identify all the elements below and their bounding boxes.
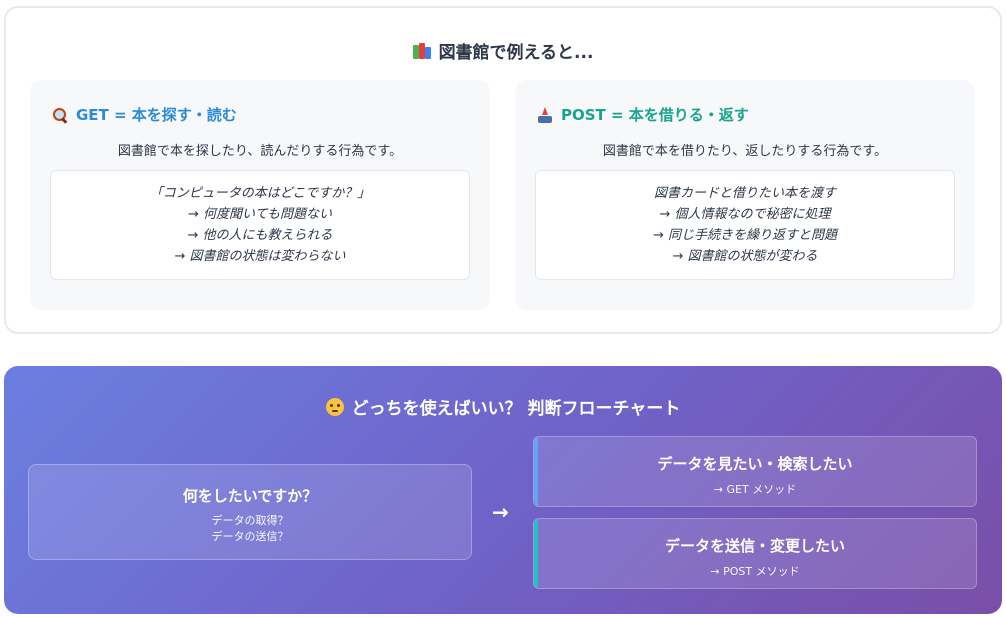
get-example-line: → 他の人にも教えられる [187,228,333,243]
outbox-tray-icon [537,106,553,123]
answer-method: → POST メソッド [710,565,800,578]
get-example-line: → 何度聞いても問題ない [188,207,332,222]
get-example-line: → 図書館の状態は変わらない [174,249,346,264]
answer-node-get: データを見たい・検索したい → GET メソッド [533,436,977,507]
get-heading-text: GET = 本を探す・読む [76,106,237,124]
analogy-title: 図書館で例えると... [6,38,1000,63]
post-description: 図書館で本を借りたり、返したりする行為です。 [602,144,888,159]
post-example-line: → 同じ手続きを繰り返すと問題 [652,228,838,243]
post-example-box: 図書カードと借りたい本を渡す → 個人情報なので秘密に処理 → 同じ手続きを繰り… [535,170,955,280]
thinking-face-icon [325,397,344,416]
answer-method: → GET メソッド [713,483,797,496]
get-example-box: 「コンピュータの本はどこですか？」 → 何度聞いても問題ない → 他の人にも教え… [50,170,470,280]
answer-title: データを見たい・検索したい [657,455,853,473]
post-card: POST = 本を借りる・返す 図書館で本を借りたり、返したりする行為です。 図… [515,80,975,310]
post-heading-text: POST = 本を借りる・返す [561,106,749,124]
question-option: データの取得？ [211,514,289,527]
decision-flowchart-panel: どっちを使えばいい？ 判断フローチャート 何をしたいですか？ データの取得？ デ… [4,366,1002,614]
post-example-line: 図書カードと借りたい本を渡す [653,186,836,201]
post-example-line: → 図書館の状態が変わる [672,249,818,264]
magnifier-icon [52,107,68,123]
question-node: 何をしたいですか？ データの取得？ データの送信？ [28,464,472,560]
flowchart-title-text: どっちを使えばいい？ 判断フローチャート [351,399,681,419]
analogy-title-text: 図書館で例えると... [438,43,594,63]
books-icon [412,42,431,59]
library-analogy-panel: 図書館で例えると... GET = 本を探す・読む 図書館で本を探したり、読んだ… [4,6,1002,334]
question-options: データの取得？ データの送信？ [29,513,471,545]
answer-title: データを送信・変更したい [664,537,845,555]
get-description: 図書館で本を探したり、読んだりする行為です。 [117,144,403,159]
post-example-line: → 個人情報なので秘密に処理 [659,207,831,222]
answer-node-post: データを送信・変更したい → POST メソッド [533,518,977,589]
question-option: データの送信？ [211,530,289,543]
flowchart-title: どっちを使えばいい？ 判断フローチャート [4,394,1002,419]
get-card-heading: GET = 本を探す・読む [52,104,237,125]
flow-arrow-icon: → [492,500,509,524]
post-card-heading: POST = 本を借りる・返す [537,104,749,125]
get-card: GET = 本を探す・読む 図書館で本を探したり、読んだりする行為です。 「コン… [30,80,490,310]
question-title: 何をしたいですか？ [182,487,318,505]
get-example-line: 「コンピュータの本はどこですか？」 [149,186,371,201]
